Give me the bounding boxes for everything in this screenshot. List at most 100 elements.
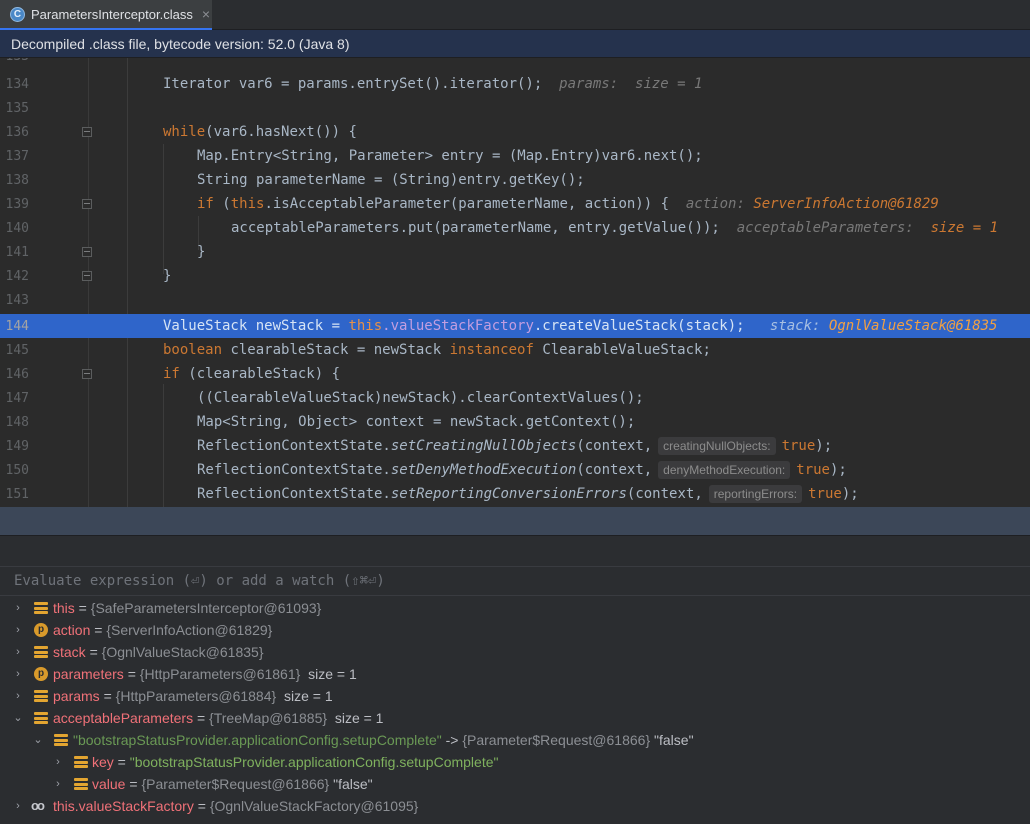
keyword: while xyxy=(163,124,206,140)
equals: = xyxy=(125,776,142,792)
chevron-right-icon[interactable]: › xyxy=(53,757,63,768)
parameter-hint: reportingErrors: xyxy=(708,485,803,503)
variable-row[interactable]: › p parameters = {HttpParameters@61861} … xyxy=(0,663,1030,685)
code-text: if (this.isAcceptableParameter(parameter… xyxy=(197,196,939,212)
line-number: 145 xyxy=(5,342,29,358)
code-segment: ); xyxy=(829,462,847,478)
variable-text: this = {SafeParametersInterceptor@61093} xyxy=(53,600,321,616)
fold-marker[interactable] xyxy=(82,127,92,137)
chevron-down-icon[interactable]: ⌄ xyxy=(33,735,43,746)
chevron-right-icon[interactable]: › xyxy=(13,603,23,614)
chevron-right-icon[interactable]: › xyxy=(13,691,23,702)
variable-size: size = 1 xyxy=(283,688,333,704)
code-line: 138 String parameterName = (String)entry… xyxy=(0,168,1030,192)
keyword: instanceof xyxy=(449,342,534,358)
variable-row[interactable]: › stack = {OgnlValueStack@61835} xyxy=(0,641,1030,663)
variable-row[interactable]: ⌄ "bootstrapStatusProvider.applicationCo… xyxy=(0,729,1030,751)
variable-row[interactable]: › params = {HttpParameters@61884} size =… xyxy=(0,685,1030,707)
variable-text: action = {ServerInfoAction@61829} xyxy=(53,622,272,638)
code-text: } xyxy=(197,244,206,260)
evaluate-expression-input[interactable]: Evaluate expression (⏎) or add a watch (… xyxy=(0,566,1030,596)
variable-text: stack = {OgnlValueStack@61835} xyxy=(53,644,264,660)
code-text: if (clearableStack) { xyxy=(163,366,340,382)
variable-row[interactable]: › this = {SafeParametersInterceptor@6109… xyxy=(0,597,1030,619)
c-class-icon: C xyxy=(10,6,25,22)
line-number: 151 xyxy=(5,486,29,502)
literal: true xyxy=(808,486,842,502)
code-segment: ValueStack newStack = xyxy=(163,318,349,334)
code-line: 134 Iterator var6 = params.entrySet().it… xyxy=(0,72,1030,96)
fold-marker[interactable] xyxy=(82,199,92,209)
chevron-right-icon[interactable]: › xyxy=(13,647,23,658)
line-number: 140 xyxy=(5,220,29,236)
variable-type: {TreeMap@61885} xyxy=(209,710,328,726)
line-number: 133 xyxy=(0,58,29,64)
line-number: 146 xyxy=(5,366,29,382)
string-value: "bootstrapStatusProvider.applicationConf… xyxy=(129,754,499,770)
code-line: 147 ((ClearableValueStack)newStack).clea… xyxy=(0,386,1030,410)
variable-row[interactable]: › key = "bootstrapStatusProvider.applica… xyxy=(0,751,1030,773)
chevron-right-icon[interactable]: › xyxy=(53,779,63,790)
inline-debug-value: ServerInfoAction@61829 xyxy=(753,196,939,212)
code-editor[interactable]: 133 134 Iterator var6 = params.entrySet(… xyxy=(0,58,1030,507)
debug-toolbar-area xyxy=(0,535,1030,566)
code-line: 150 ReflectionContextState.setDenyMethod… xyxy=(0,458,1030,482)
code-segment: .isAcceptableParameter(parameterName, ac… xyxy=(264,196,670,212)
variable-value: "false" xyxy=(333,776,373,792)
line-number: 137 xyxy=(5,148,29,164)
variable-type: {Parameter$Request@61866} xyxy=(462,732,651,748)
code-text: Map.Entry<String, Parameter> entry = (Ma… xyxy=(197,148,703,164)
line-number: 149 xyxy=(5,438,29,454)
variable-row[interactable]: › p action = {ServerInfoAction@61829} xyxy=(0,619,1030,641)
variable-name: value xyxy=(92,776,126,792)
field-icon xyxy=(74,777,88,791)
line-number: 147 xyxy=(5,390,29,406)
inline-debug-label: stack: xyxy=(769,318,829,334)
code-segment: (context, xyxy=(576,462,653,478)
variable-size: size = 1 xyxy=(308,666,357,682)
chevron-down-icon[interactable]: ⌄ xyxy=(13,713,23,724)
code-segment: ClearableValueStack; xyxy=(533,342,711,358)
watch-row[interactable]: › oo this.valueStackFactory = {OgnlValue… xyxy=(0,795,1030,817)
editor-tab-bar: C ParametersInterceptor.class × xyxy=(0,0,1030,30)
chevron-right-icon[interactable]: › xyxy=(13,669,23,680)
tab-parameters-interceptor[interactable]: C ParametersInterceptor.class × xyxy=(0,0,212,30)
code-segment: .createValueStack(stack); xyxy=(533,318,745,334)
parameter-icon: p xyxy=(34,623,48,637)
line-number: 135 xyxy=(5,100,29,116)
code-segment: ReflectionContextState. xyxy=(197,462,391,478)
close-icon[interactable]: × xyxy=(202,6,210,22)
editor-scroll-band[interactable] xyxy=(0,507,1030,535)
variable-type: {Parameter$Request@61866} xyxy=(141,776,330,792)
code-text: } xyxy=(163,268,172,284)
code-text: ReflectionContextState.setReportingConve… xyxy=(197,485,859,503)
variable-type: {OgnlValueStackFactory@61095} xyxy=(209,798,419,814)
code-line: 137 Map.Entry<String, Parameter> entry =… xyxy=(0,144,1030,168)
variable-name: params xyxy=(53,688,100,704)
keyword: if xyxy=(163,366,180,382)
field-icon xyxy=(74,755,88,769)
keyword: this xyxy=(348,318,383,334)
inline-debug-value: size = 1 xyxy=(930,220,999,236)
equals: = xyxy=(74,600,91,616)
keyword: boolean xyxy=(163,342,223,358)
variable-type: {ServerInfoAction@61829} xyxy=(106,622,273,638)
chevron-right-icon[interactable]: › xyxy=(13,625,23,636)
fold-marker[interactable] xyxy=(82,247,92,257)
code-text: String parameterName = (String)entry.get… xyxy=(197,172,585,188)
variable-row[interactable]: ⌄ acceptableParameters = {TreeMap@61885}… xyxy=(0,707,1030,729)
code-segment: Iterator var6 = params.entrySet().iterat… xyxy=(163,76,543,92)
code-text: ((ClearableValueStack)newStack).clearCon… xyxy=(197,390,644,406)
fold-marker[interactable] xyxy=(82,271,92,281)
code-line: 136 while(var6.hasNext()) { xyxy=(0,120,1030,144)
code-text: boolean clearableStack = newStack instan… xyxy=(163,342,711,358)
line-number: 141 xyxy=(5,244,29,260)
variable-row[interactable]: › value = {Parameter$Request@61866} "fal… xyxy=(0,773,1030,795)
code-line: 140 acceptableParameters.put(parameterNa… xyxy=(0,216,1030,240)
code-text: Map<String, Object> context = newStack.g… xyxy=(197,414,636,430)
chevron-right-icon[interactable]: › xyxy=(13,801,23,812)
watch-icon: oo xyxy=(31,798,45,813)
fold-marker[interactable] xyxy=(82,369,92,379)
map-key: "bootstrapStatusProvider.applicationConf… xyxy=(73,732,442,748)
code-text: Iterator var6 = params.entrySet().iterat… xyxy=(163,76,702,92)
